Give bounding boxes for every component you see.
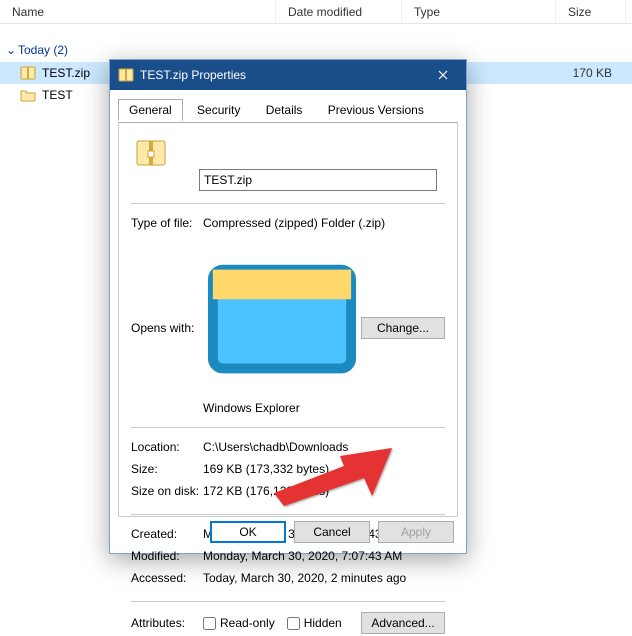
windows-explorer-icon [203,387,361,401]
tab-panel-general: Type of file:Compressed (zipped) Folder … [118,122,458,517]
group-label: Today (2) [18,43,68,57]
dialog-title: TEST.zip Properties [140,68,246,82]
opens-label: Opens with: [131,321,203,335]
created-label: Created: [131,527,203,541]
ondisk-value: 172 KB (176,128 bytes) [203,484,445,498]
titlebar[interactable]: TEST.zip Properties [110,60,466,90]
col-name[interactable]: Name [0,0,276,23]
explorer-columns: Name Date modified Type Size [0,0,632,24]
col-type[interactable]: Type [402,0,556,23]
opens-value: Windows Explorer [203,240,361,415]
ondisk-label: Size on disk: [131,484,203,498]
size-label: Size: [131,462,203,476]
tab-strip: General Security Details Previous Versio… [118,98,458,122]
tab-details[interactable]: Details [255,99,314,121]
tab-general[interactable]: General [118,99,183,121]
tab-security[interactable]: Security [186,99,251,121]
location-label: Location: [131,440,203,454]
file-size: 170 KB [554,66,624,80]
modified-value: Monday, March 30, 2020, 7:07:43 AM [203,549,445,563]
type-label: Type of file: [131,216,203,230]
properties-dialog: TEST.zip Properties General Security Det… [109,59,467,554]
accessed-value: Today, March 30, 2020, 2 minutes ago [203,571,445,585]
location-value: C:\Users\chadb\Downloads [203,440,445,454]
chevron-down-icon: ⌄ [6,43,16,57]
type-value: Compressed (zipped) Folder (.zip) [203,216,445,230]
change-button[interactable]: Change... [361,317,445,339]
close-icon [438,70,448,80]
zip-file-icon [118,67,134,83]
apply-button[interactable]: Apply [378,521,454,543]
close-button[interactable] [420,60,466,90]
zip-file-icon [135,137,167,169]
folder-icon [20,87,36,103]
ok-button[interactable]: OK [210,521,286,543]
zip-file-icon [20,65,36,81]
size-value: 169 KB (173,332 bytes) [203,462,445,476]
modified-label: Modified: [131,549,203,563]
col-size[interactable]: Size [556,0,626,23]
col-date[interactable]: Date modified [276,0,402,23]
filename-input[interactable] [199,169,437,191]
advanced-button[interactable]: Advanced... [361,612,445,634]
tab-previous-versions[interactable]: Previous Versions [317,99,435,121]
dialog-button-bar: OK Cancel Apply [210,521,454,543]
accessed-label: Accessed: [131,571,203,585]
cancel-button[interactable]: Cancel [294,521,370,543]
